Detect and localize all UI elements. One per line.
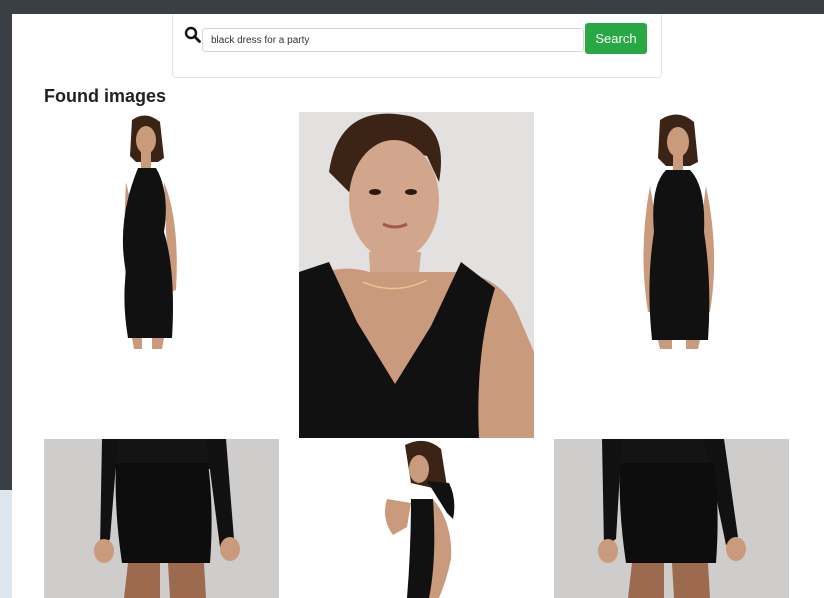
app-window: Search Found images xyxy=(12,14,824,598)
result-image-long-sleeve-dress-right[interactable] xyxy=(554,439,789,598)
results-title: Found images xyxy=(44,86,167,106)
result-image-halter-dress-front[interactable] xyxy=(624,112,732,349)
search-input[interactable] xyxy=(202,28,584,52)
result-image-long-sleeve-dress-left[interactable] xyxy=(44,439,279,598)
model-photo xyxy=(299,112,534,438)
search-icon xyxy=(184,26,201,43)
model-photo xyxy=(367,439,477,598)
model-photo xyxy=(624,112,732,349)
model-photo xyxy=(98,112,202,349)
result-image-halter-dress-side[interactable] xyxy=(98,112,202,349)
result-image-backless-halter-dress[interactable] xyxy=(367,439,477,598)
search-button[interactable]: Search xyxy=(585,23,647,54)
model-photo xyxy=(44,439,279,598)
model-photo xyxy=(554,439,789,598)
result-image-v-neck-dress[interactable] xyxy=(299,112,534,438)
